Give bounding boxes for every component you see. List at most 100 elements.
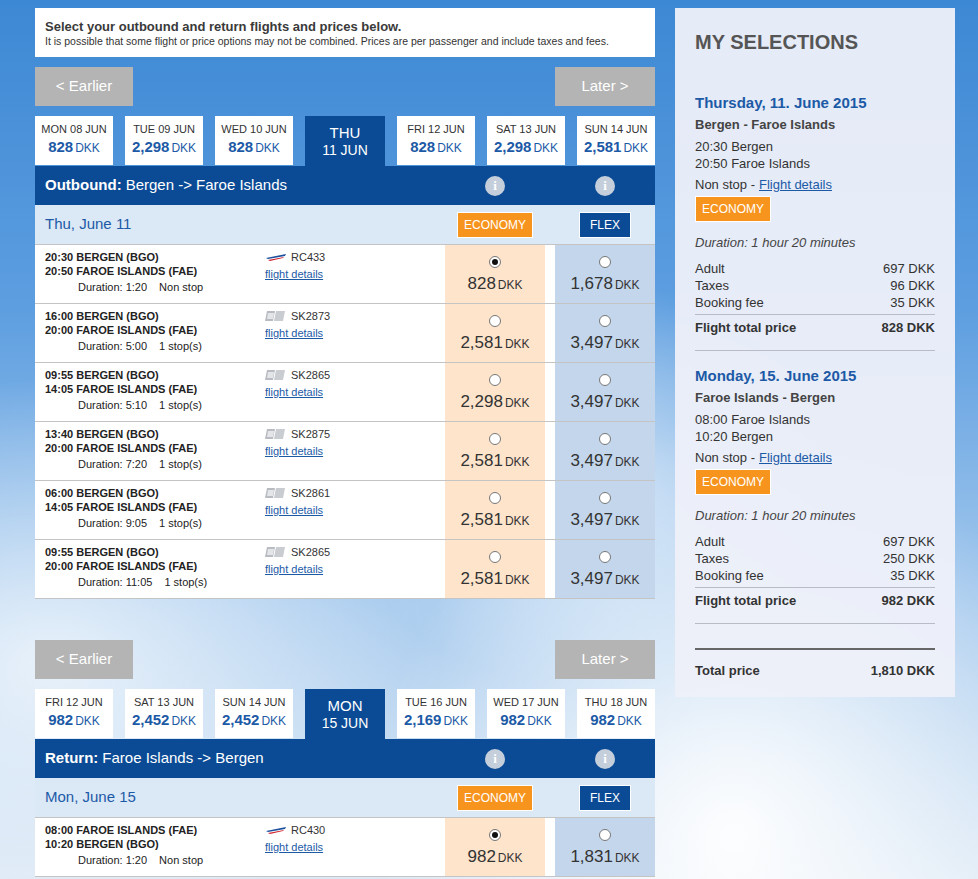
fare-radio[interactable] [599,256,611,268]
price-value: 35 DKK [890,567,935,584]
departure: 09:55 BERGEN (BGO) [45,368,265,382]
flex-fare[interactable]: 3,497DKK [555,540,655,598]
price-line: Taxes96 DKK [695,277,935,294]
date-tab[interactable]: TUE 16 JUN2,169DKK [397,689,475,738]
flight-details-link[interactable]: flight details [265,444,330,458]
fare-radio[interactable] [599,551,611,563]
tab-price-amount: 828 [228,136,253,159]
fare-radio[interactable] [599,492,611,504]
economy-badge: ECONOMY [457,785,533,811]
fare-price: 828DKK [467,271,522,297]
instructions-title: Select your outbound and return flights … [45,19,645,34]
later-button[interactable]: Later > [555,640,655,679]
fare-radio[interactable] [489,256,501,268]
price-lines: Adult697 DKKTaxes96 DKKBooking fee35 DKK [695,260,935,311]
flight-row: 06:00 BERGEN (BGO)14:05 FAROE ISLANDS (F… [35,481,655,540]
fare-radio[interactable] [599,433,611,445]
flight-info: 09:55 BERGEN (BGO)14:05 FAROE ISLANDS (F… [35,363,445,421]
earlier-button[interactable]: < Earlier [35,640,133,679]
flight-details-link[interactable]: flight details [265,840,325,854]
flight-info: 08:00 FAROE ISLANDS (FAE)10:20 BERGEN (B… [35,818,445,876]
date-tab[interactable]: MON15 JUN [305,689,385,739]
info-icon[interactable]: i [595,176,615,196]
fare-radio[interactable] [489,492,501,504]
fare-radio[interactable] [489,374,501,386]
economy-fare[interactable]: 2,581DKK [445,481,545,539]
info-icon[interactable]: i [595,749,615,769]
flight-number-row: SK2865 [265,368,330,382]
flight-details-link[interactable]: flight details [265,503,330,517]
fare-radio[interactable] [489,433,501,445]
tab-price-amount: 982 [500,709,525,732]
flight-number-row: RC430 [265,823,325,837]
fare-radio[interactable] [489,551,501,563]
leg-details-link[interactable]: Flight details [759,177,832,192]
date-tab[interactable]: THU 18 JUN982DKK [577,689,655,738]
flex-fare[interactable]: 3,497DKK [555,422,655,480]
price-amount: 3,497 [570,507,613,533]
price-amount: 3,497 [570,330,613,356]
tab-day: TUE 16 JUN [405,695,467,709]
date-tab[interactable]: SUN 14 JUN2,581DKK [577,116,655,165]
price-currency: DKK [615,849,640,867]
fare-radio[interactable] [599,829,611,841]
flex-fare[interactable]: 1,678DKK [555,245,655,303]
date-tab[interactable]: WED 10 JUN828DKK [215,116,293,165]
economy-fare[interactable]: 2,581DKK [445,304,545,362]
leg-total: Flight total price982 DKK [695,587,935,609]
date-tab[interactable]: FRI 12 JUN828DKK [397,116,475,165]
flight-number-row: RC433 [265,250,325,264]
flight-number: SK2875 [291,427,330,441]
tab-day: SAT 13 JUN [134,695,194,709]
leg-date: Monday, 15. June 2015 [695,367,935,385]
route-bar: Outbound:Bergen -> Faroe Islands i i [35,166,655,205]
tab-price-amount: 2,452 [132,709,170,732]
fare-price: 2,298DKK [460,389,529,415]
flex-fare[interactable]: 3,497DKK [555,481,655,539]
date-tab[interactable]: THU11 JUN [305,116,385,166]
fare-radio[interactable] [489,829,501,841]
fare-radio[interactable] [599,374,611,386]
info-icon[interactable]: i [485,176,505,196]
fare-radio[interactable] [489,315,501,327]
fare-radio[interactable] [599,315,611,327]
economy-fare[interactable]: 2,298DKK [445,363,545,421]
flight-duration: Duration: 5:101 stop(s) [45,396,265,412]
date-tab[interactable]: MON 08 JUN828DKK [35,116,113,165]
date-tab[interactable]: SUN 14 JUN2,452DKK [215,689,293,738]
fare-price: 3,497DKK [570,330,639,356]
flight-details-link[interactable]: flight details [265,267,325,281]
earlier-button[interactable]: < Earlier [35,67,133,106]
price-label: Booking fee [695,294,764,311]
tab-day: FRI 12 JUN [45,695,102,709]
stops: 1 stop(s) [159,398,202,412]
date-tab[interactable]: WED 17 JUN982DKK [487,689,565,738]
date-tab[interactable]: SAT 13 JUN2,452DKK [125,689,203,738]
route-title: Outbound:Bergen -> Faroe Islands [35,174,445,197]
date-tab[interactable]: SAT 13 JUN2,298DKK [487,116,565,165]
info-icon[interactable]: i [485,749,505,769]
fare-price: 982DKK [467,844,522,870]
price-amount: 828 [467,271,495,297]
economy-fare[interactable]: 828DKK [445,245,545,303]
economy-fare[interactable]: 2,581DKK [445,422,545,480]
flex-fare[interactable]: 1,831DKK [555,818,655,876]
date-tab[interactable]: FRI 12 JUN982DKK [35,689,113,738]
flight-details-link[interactable]: flight details [265,562,330,576]
economy-fare[interactable]: 982DKK [445,818,545,876]
flex-fare[interactable]: 3,497DKK [555,363,655,421]
flex-fare[interactable]: 3,497DKK [555,304,655,362]
date-tabs: MON 08 JUN828DKKTUE 09 JUN2,298DKKWED 10… [35,116,655,166]
flight-details-link[interactable]: flight details [265,385,330,399]
economy-fare[interactable]: 2,581DKK [445,540,545,598]
tab-price: 982DKK [590,709,642,732]
leg-details-link[interactable]: Flight details [759,450,832,465]
flight-details-link[interactable]: flight details [265,326,330,340]
date-tab[interactable]: TUE 09 JUN2,298DKK [125,116,203,165]
fare-price: 3,497DKK [570,507,639,533]
tab-price-currency: DKK [527,712,552,730]
price-label: Taxes [695,277,729,294]
price-amount: 2,581 [460,507,503,533]
tab-price-currency: DKK [443,712,468,730]
later-button[interactable]: Later > [555,67,655,106]
